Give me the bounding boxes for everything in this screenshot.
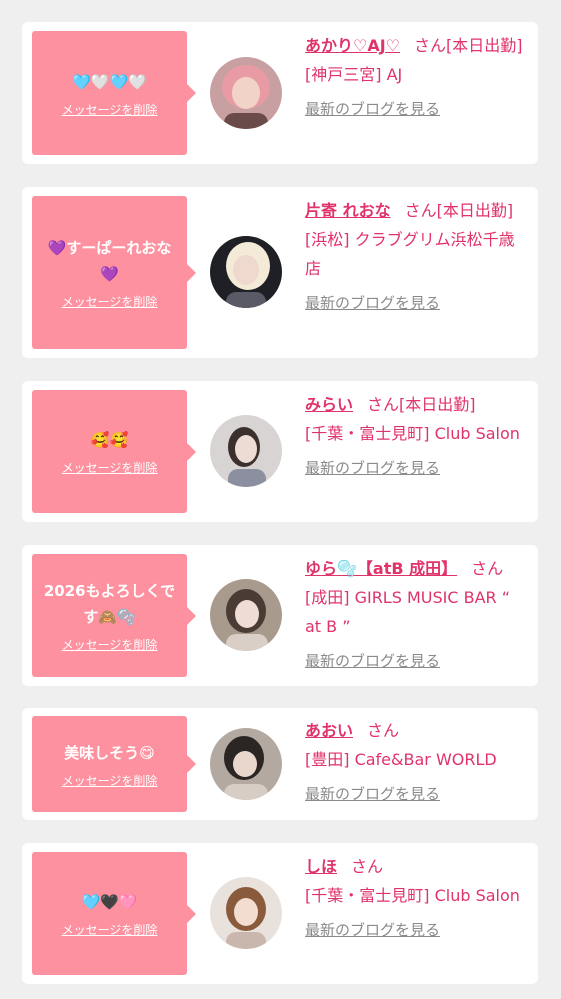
latest-blog-link[interactable]: 最新のブログを見る bbox=[305, 95, 529, 124]
avatar[interactable] bbox=[210, 57, 282, 129]
message-card: 美味しそう😋 メッセージを削除 あおい さん [豊田] Cafe&Bar WORL… bbox=[22, 708, 538, 820]
message-text: 2026もよろしくです🙈🫧 bbox=[43, 582, 176, 626]
message-text: 🩵🤍🩵🤍 bbox=[72, 72, 147, 91]
avatar[interactable] bbox=[210, 236, 282, 308]
delete-message-link[interactable]: メッセージを削除 bbox=[62, 101, 158, 118]
attendance-label: [本日出勤] bbox=[446, 36, 523, 55]
delete-message-link[interactable]: メッセージを削除 bbox=[62, 459, 158, 476]
shop-name: [成田] GIRLS MUSIC BAR “ at B ” bbox=[305, 588, 511, 636]
message-text: 🥰🥰 bbox=[90, 431, 129, 449]
message-card: 🩵🤍🩵🤍 メッセージを削除 あかり♡AJ♡ さん[本日出勤] [神戸三宮] AJ … bbox=[22, 22, 538, 164]
avatar-photo bbox=[210, 579, 282, 651]
avatar-photo bbox=[210, 415, 282, 487]
avatar-photo bbox=[210, 236, 282, 308]
cast-name-link[interactable]: 片寄 れおな bbox=[305, 201, 391, 220]
avatar[interactable] bbox=[210, 415, 282, 487]
avatar[interactable] bbox=[210, 728, 282, 800]
latest-blog-link[interactable]: 最新のブログを見る bbox=[305, 780, 529, 809]
cast-name-link[interactable]: みらい bbox=[305, 395, 353, 414]
message-bubble: 🩵🖤🩷 メッセージを削除 bbox=[32, 852, 196, 975]
cast-info: 片寄 れおな さん[本日出勤] [浜松] クラブグリム浜松千歳店 最新のブログを見… bbox=[305, 196, 529, 318]
cast-info: しほ さん [千葉・富士見町] Club Salon 最新のブログを見る bbox=[305, 852, 529, 945]
cast-info: ゆら🫧【atB 成田】 さん [成田] GIRLS MUSIC BAR “ at … bbox=[305, 554, 529, 676]
message-card: 🩵🖤🩷 メッセージを削除 しほ さん [千葉・富士見町] Club Salon 最… bbox=[22, 843, 538, 984]
message-card: 2026もよろしくです🙈🫧 メッセージを削除 ゆら🫧【atB 成田】 さん [成田… bbox=[22, 545, 538, 686]
latest-blog-link[interactable]: 最新のブログを見る bbox=[305, 454, 529, 483]
honorific: さん bbox=[404, 201, 437, 220]
message-bubble: 🩵🤍🩵🤍 メッセージを削除 bbox=[32, 31, 196, 155]
shop-name: [豊田] Cafe&Bar WORLD bbox=[305, 750, 497, 769]
shop-name: [千葉・富士見町] Club Salon bbox=[305, 886, 520, 905]
message-text: 美味しそう😋 bbox=[64, 743, 155, 762]
cast-name-link[interactable]: あかり♡AJ♡ bbox=[305, 36, 400, 55]
avatar-photo bbox=[210, 728, 282, 800]
cast-info: あおい さん [豊田] Cafe&Bar WORLD 最新のブログを見る bbox=[305, 716, 529, 809]
latest-blog-link[interactable]: 最新のブログを見る bbox=[305, 647, 529, 676]
message-card: 🥰🥰 メッセージを削除 みらい さん[本日出勤] [千葉・富士見町] Club S… bbox=[22, 381, 538, 522]
cast-name-link[interactable]: しほ bbox=[305, 857, 337, 876]
latest-blog-link[interactable]: 最新のブログを見る bbox=[305, 289, 529, 318]
honorific: さん bbox=[367, 721, 400, 740]
shop-name: [神戸三宮] AJ bbox=[305, 65, 403, 84]
honorific: さん bbox=[414, 36, 447, 55]
cast-name-link[interactable]: あおい bbox=[305, 721, 353, 740]
message-text: 💜すーぱーれおな💜 bbox=[47, 239, 172, 283]
honorific: さん bbox=[471, 559, 504, 578]
honorific: さん bbox=[351, 857, 384, 876]
avatar-photo bbox=[210, 877, 282, 949]
delete-message-link[interactable]: メッセージを削除 bbox=[62, 293, 158, 310]
message-bubble: 💜すーぱーれおな💜 メッセージを削除 bbox=[32, 196, 196, 349]
delete-message-link[interactable]: メッセージを削除 bbox=[62, 921, 158, 938]
cast-name-link[interactable]: ゆら🫧【atB 成田】 bbox=[305, 559, 457, 578]
latest-blog-link[interactable]: 最新のブログを見る bbox=[305, 916, 529, 945]
avatar-photo bbox=[210, 57, 282, 129]
delete-message-link[interactable]: メッセージを削除 bbox=[62, 636, 158, 653]
message-bubble: 🥰🥰 メッセージを削除 bbox=[32, 390, 196, 513]
shop-name: [浜松] クラブグリム浜松千歳店 bbox=[305, 230, 515, 278]
message-bubble: 美味しそう😋 メッセージを削除 bbox=[32, 716, 196, 812]
avatar[interactable] bbox=[210, 877, 282, 949]
message-bubble: 2026もよろしくです🙈🫧 メッセージを削除 bbox=[32, 554, 196, 677]
message-text: 🩵🖤🩷 bbox=[81, 893, 138, 911]
delete-message-link[interactable]: メッセージを削除 bbox=[62, 772, 158, 789]
attendance-label: [本日出勤] bbox=[436, 201, 514, 220]
honorific: さん bbox=[367, 395, 400, 414]
message-card: 💜すーぱーれおな💜 メッセージを削除 片寄 れおな さん[本日出勤] [浜松] ク… bbox=[22, 187, 538, 358]
cast-info: みらい さん[本日出勤] [千葉・富士見町] Club Salon 最新のブログを… bbox=[305, 390, 529, 483]
avatar[interactable] bbox=[210, 579, 282, 651]
attendance-label: [本日出勤] bbox=[399, 395, 476, 414]
shop-name: [千葉・富士見町] Club Salon bbox=[305, 424, 520, 443]
cast-info: あかり♡AJ♡ さん[本日出勤] [神戸三宮] AJ 最新のブログを見る bbox=[305, 31, 529, 124]
